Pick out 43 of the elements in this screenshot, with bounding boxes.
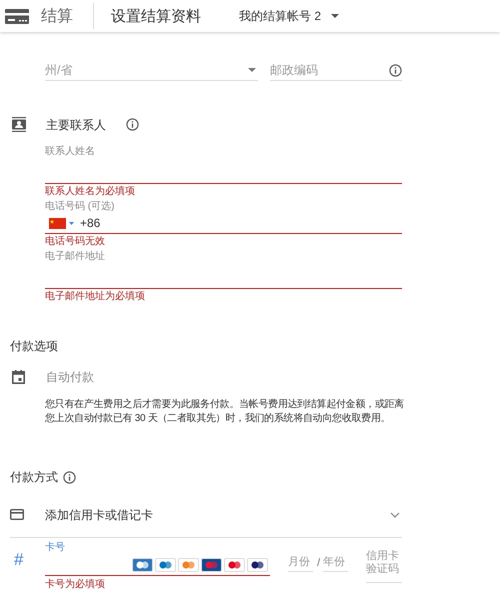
contact-card-icon [12,117,26,132]
error-message: 电子邮件地址为必填项 [45,290,146,303]
flag-icon [49,218,66,228]
error-message: 电话号码无效 [45,235,106,248]
payment-type: 自动付款 [46,370,94,384]
account-selector[interactable]: 我的结算帐号 2 [239,8,340,24]
postal-code-field[interactable]: 邮政编码 [270,63,380,77]
year-field[interactable]: 年份 [323,553,348,572]
info-icon[interactable] [63,470,76,484]
caret-icon [69,222,74,224]
field-label: 电话号码 (可选) [45,201,116,213]
card-brand-icon [132,558,154,572]
field-label: 电子邮件地址 [45,251,106,263]
credit-card-icon [10,509,24,520]
product-name: 结算 [41,6,74,26]
card-brand-icon [178,558,200,572]
info-icon[interactable] [389,64,402,76]
field-label: 联系人姓名 [45,146,96,158]
chevron-down-icon [390,512,400,518]
phone-number-field[interactable]: +86 [80,216,380,230]
credit-card-icon [5,8,29,24]
section-title: 付款方式 [10,470,58,484]
card-brand-icon [201,558,222,572]
card-brand-icon [247,558,268,572]
section-title: 付款选项 [10,339,59,353]
payment-method-row[interactable]: 添加信用卡或借记卡 [10,492,402,538]
field-label: 卡号 [44,542,66,554]
caret-icon [248,68,256,72]
error-message: 联系人姓名为必填项 [45,185,136,198]
section-title: 主要联系人 [46,118,106,132]
card-brand-icon [224,558,246,572]
calendar-icon [12,370,25,384]
country-selector[interactable] [49,218,74,228]
card-brand-icon [155,558,176,572]
page-title: 设置结算资料 [111,6,202,26]
card-number-icon: # [10,553,45,567]
security-code-field[interactable]: 信用卡验证码 [366,550,402,583]
caret-icon [331,14,340,18]
separator: / [317,556,320,570]
info-icon[interactable] [126,118,139,131]
month-field[interactable]: 月份 [288,553,314,572]
description: 您只有在产生费用之后才需要为此服务付款。当帐号费用达到结算起付金额，或距离您上次自动付款已有 30 天（二者取其先）时，我们的系统将自动向您收取费用。 [45,398,405,426]
error-message: 卡号为必填项 [44,578,106,591]
